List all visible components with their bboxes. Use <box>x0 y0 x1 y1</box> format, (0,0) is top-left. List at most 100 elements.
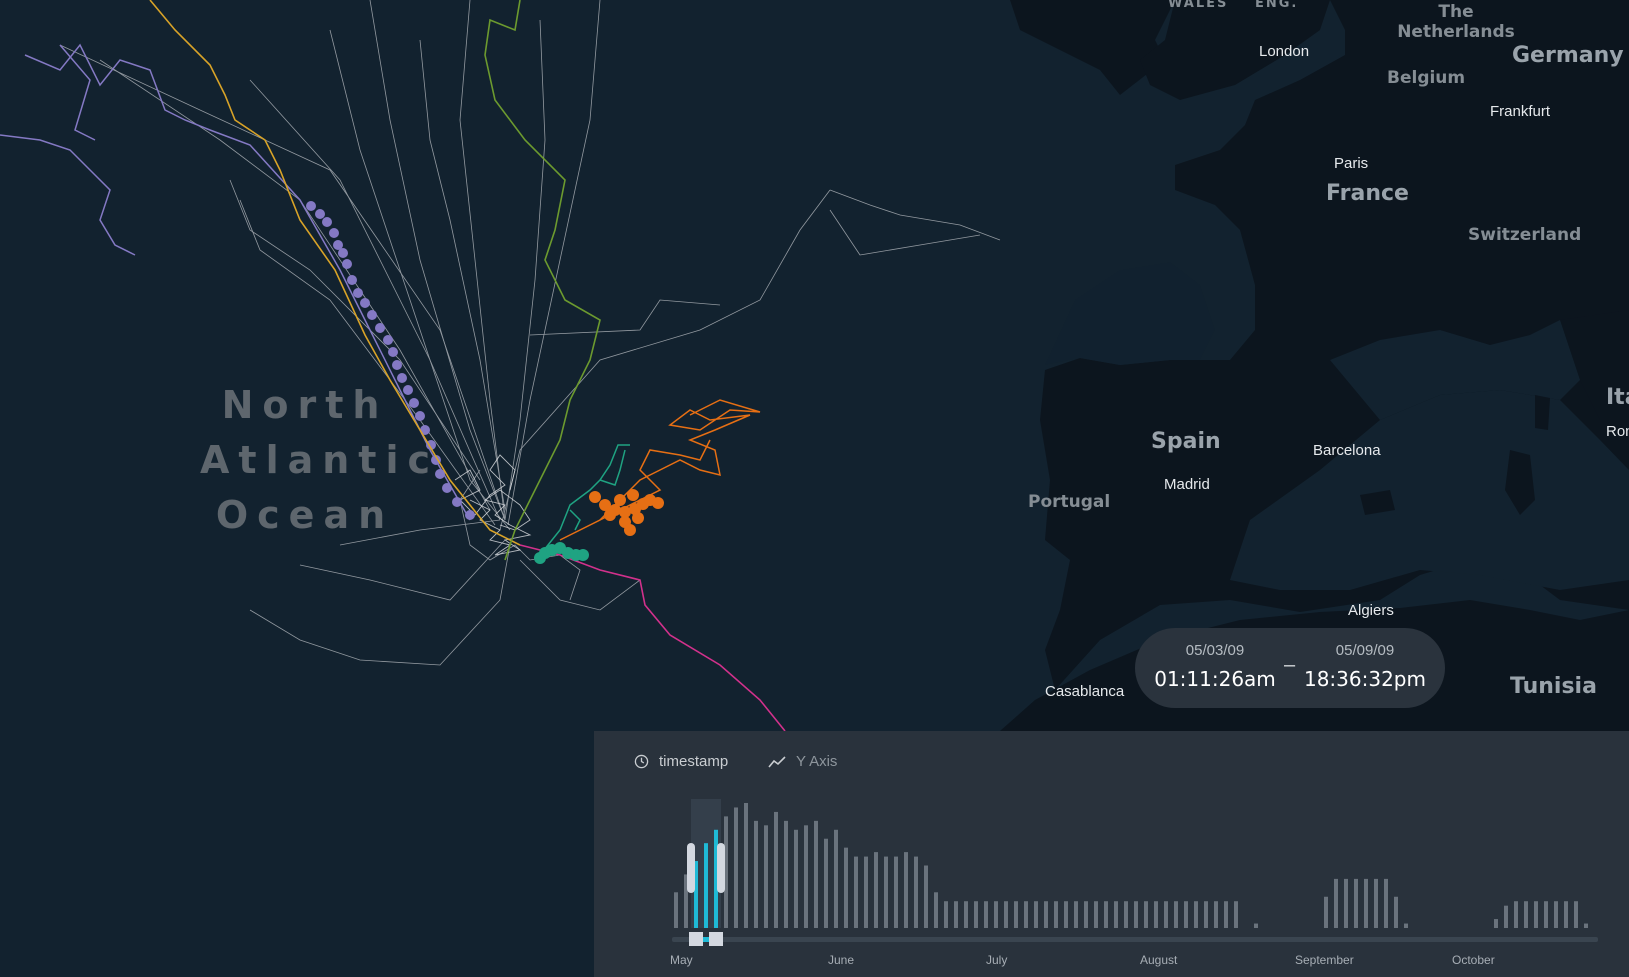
histogram-bar <box>1074 901 1078 928</box>
histogram-bar <box>964 901 968 928</box>
end-time: 18:36:32pm <box>1303 667 1426 691</box>
histogram-bar <box>904 852 908 928</box>
histogram-bar <box>774 811 778 928</box>
histogram-bar <box>1384 878 1388 928</box>
time-range-start: 05/03/09 01:11:26am <box>1150 642 1280 691</box>
ocean-label: North Atlantic Ocean <box>200 378 440 543</box>
histogram-bar <box>894 856 898 928</box>
country-label-italy: Ita <box>1606 385 1629 410</box>
histogram-bar <box>1104 901 1108 928</box>
month-tick-label: May <box>670 953 693 967</box>
timestamp-histogram[interactable]: May June July August September October <box>594 731 1629 977</box>
histogram-bar <box>1024 901 1028 928</box>
histogram-bar <box>1084 901 1088 928</box>
histogram-bar <box>704 843 708 928</box>
histogram-bar <box>1144 901 1148 928</box>
brush-handle-left[interactable] <box>687 843 695 893</box>
histogram-bar <box>1524 901 1528 928</box>
city-label-rome: Ron <box>1606 423 1629 440</box>
histogram-bars <box>674 803 1588 928</box>
histogram-bar <box>1164 901 1168 928</box>
country-label-netherlands: The Netherlands <box>1397 2 1515 42</box>
histogram-bar <box>1214 901 1218 928</box>
histogram-bar <box>1204 901 1208 928</box>
histogram-bar <box>734 807 738 928</box>
histogram-bar <box>864 856 868 928</box>
city-label-london: London <box>1259 43 1310 60</box>
city-label-frankfurt: Frankfurt <box>1490 103 1551 120</box>
histogram-bar <box>1234 901 1238 928</box>
histogram-bar <box>804 825 808 928</box>
start-time: 01:11:26am <box>1154 667 1276 691</box>
time-filter-panel: timestamp Y Axis May June July August Se… <box>594 731 1629 977</box>
histogram-bar <box>1574 901 1578 928</box>
month-axis: May June July August September October <box>670 953 1495 967</box>
histogram-bar <box>1404 923 1408 928</box>
range-handle-right[interactable] <box>709 932 723 946</box>
histogram-bar <box>1354 878 1358 928</box>
histogram-bar <box>1554 901 1558 928</box>
histogram-bar <box>874 852 878 928</box>
month-tick-label: June <box>828 953 854 967</box>
ocean-label-line: Ocean <box>215 493 395 537</box>
histogram-bar <box>1544 901 1548 928</box>
histogram-bar <box>754 820 758 928</box>
city-label-barcelona: Barcelona <box>1313 442 1381 459</box>
histogram-bar <box>784 820 788 928</box>
histogram-bar <box>1174 901 1178 928</box>
histogram-bar <box>1394 896 1398 928</box>
histogram-bar <box>1254 923 1258 928</box>
histogram-bar <box>1344 878 1348 928</box>
histogram-bar <box>1004 901 1008 928</box>
histogram-bar <box>744 803 748 928</box>
month-tick-label: August <box>1140 953 1178 967</box>
time-range-end: 05/09/09 18:36:32pm <box>1300 642 1430 691</box>
histogram-bar <box>924 865 928 928</box>
histogram-bar <box>1584 923 1588 928</box>
histogram-bar <box>1224 901 1228 928</box>
histogram-bar <box>1184 901 1188 928</box>
month-tick-label: October <box>1452 953 1495 967</box>
histogram-bar <box>1134 901 1138 928</box>
time-range-display: 05/03/09 01:11:26am – 05/09/09 18:36:32p… <box>1135 628 1445 708</box>
histogram-bar <box>1374 878 1378 928</box>
end-date: 05/09/09 <box>1335 642 1395 659</box>
sea-bay-of-biscay <box>1045 262 1215 365</box>
country-label-switzerland: Switzerland <box>1468 225 1582 245</box>
histogram-bar <box>1054 901 1058 928</box>
country-label-tunisia: Tunisia <box>1510 674 1597 699</box>
histogram-bar <box>1014 901 1018 928</box>
track-orange-points <box>589 489 664 536</box>
city-label-algiers: Algiers <box>1348 602 1394 619</box>
histogram-bar <box>834 829 838 928</box>
country-label-belgium: Belgium <box>1387 68 1466 88</box>
track-orange <box>559 399 761 541</box>
histogram-bar <box>1504 905 1508 928</box>
histogram-bar <box>764 825 768 928</box>
track-teal-points <box>534 542 589 564</box>
histogram-bar <box>794 829 798 928</box>
region-label-wales: WALES <box>1168 0 1229 11</box>
histogram-bar <box>1194 901 1198 928</box>
brush-handle-right[interactable] <box>717 843 725 893</box>
month-tick-label: July <box>986 953 1007 967</box>
histogram-bar <box>944 901 948 928</box>
country-label-germany: Germany <box>1512 43 1624 68</box>
range-handle-left[interactable] <box>689 932 703 946</box>
track-lines-white <box>59 0 1001 666</box>
time-range-separator: – <box>1284 654 1296 676</box>
ocean-label-line: North <box>221 383 389 427</box>
country-label-portugal: Portugal <box>1028 492 1111 512</box>
histogram-bar <box>1044 901 1048 928</box>
track-magenta <box>519 544 786 732</box>
histogram-bar <box>1114 901 1118 928</box>
ocean-label-line: Atlantic <box>200 438 440 482</box>
histogram-bar <box>854 856 858 928</box>
histogram-bar <box>934 892 938 928</box>
histogram-bar <box>1334 878 1338 928</box>
histogram-bar <box>674 892 678 928</box>
month-tick-label: September <box>1295 953 1354 967</box>
city-label-paris: Paris <box>1334 155 1369 172</box>
histogram-bar <box>1534 901 1538 928</box>
histogram-bar <box>1494 919 1498 928</box>
